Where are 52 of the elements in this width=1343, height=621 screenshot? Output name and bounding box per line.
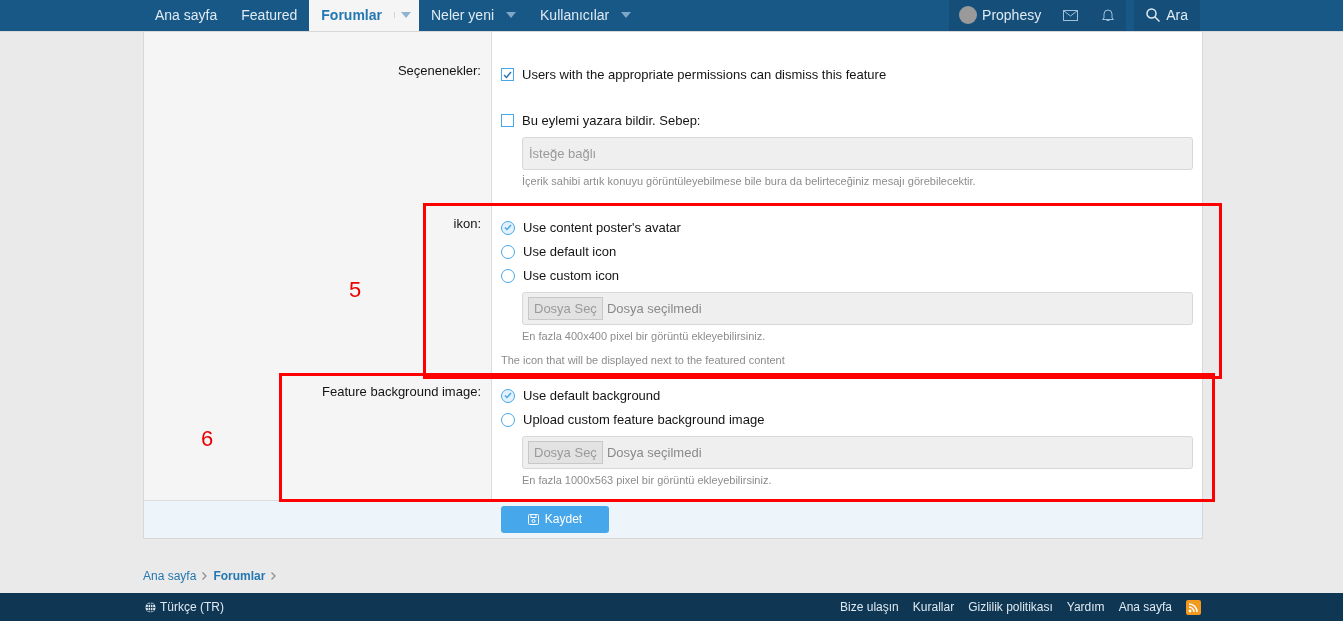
checkbox[interactable] xyxy=(501,114,514,128)
explain-text: The icon that will be displayed next to the featured content xyxy=(501,353,786,366)
globe-icon xyxy=(145,601,156,613)
checkbox-option[interactable]: Users with the appropriate permissions can dismiss this feature xyxy=(501,62,1193,87)
radio-option[interactable]: Use default background xyxy=(501,383,1193,408)
search-button[interactable]: Ara xyxy=(1134,0,1200,31)
footer-link[interactable]: Kurallar xyxy=(912,600,955,615)
radio-button[interactable] xyxy=(501,388,515,403)
hint-text: En fazla 400x400 pixel bir görüntü ekleyebilirsiniz. xyxy=(522,329,767,342)
caret-icon[interactable] xyxy=(621,12,632,19)
check-icon xyxy=(504,224,512,232)
breadcrumb-link[interactable]: Ana sayfa xyxy=(143,569,197,584)
check-icon xyxy=(503,70,512,79)
caret-icon[interactable] xyxy=(394,12,411,19)
rss-icon[interactable] xyxy=(1186,599,1201,615)
radio-option[interactable]: Use content poster's avatar xyxy=(501,215,1193,240)
check-icon xyxy=(504,392,512,400)
checkbox[interactable] xyxy=(501,68,514,82)
nav-tab[interactable]: Neler yeni xyxy=(419,0,529,31)
radio-option[interactable]: Upload custom feature background image xyxy=(501,407,1193,432)
breadcrumb-link[interactable]: Forumlar xyxy=(213,569,266,584)
hint-text: İçerik sahibi artık konuyu görüntüleyebilmese bile bura da belirteceğiniz mesajı görebilecektir. xyxy=(522,174,977,187)
footer-link[interactable]: Ana sayfa xyxy=(1118,600,1172,615)
footer-link[interactable]: Gizlilik politikası xyxy=(968,600,1053,615)
nav-tab[interactable]: Forumlar xyxy=(309,0,419,31)
footer-link[interactable]: Bize ulaşın xyxy=(840,600,899,615)
radio-option[interactable]: Use custom icon xyxy=(501,263,1193,288)
language-selector[interactable]: Türkçe (TR) xyxy=(145,600,224,615)
radio-button[interactable] xyxy=(501,220,515,235)
mail-icon[interactable] xyxy=(1063,9,1079,21)
nav-tab[interactable]: Featured xyxy=(229,0,310,31)
user-menu[interactable]: Prophesy xyxy=(949,0,1052,31)
file-status-text: Dosya seçilmedi xyxy=(606,300,702,316)
chevron-right-icon xyxy=(271,572,277,581)
annotation-number: 6 xyxy=(201,426,214,453)
chevron-right-icon xyxy=(202,572,208,581)
annotation-number: 5 xyxy=(349,276,362,303)
form-label: Seçenenekler: xyxy=(397,62,481,78)
form-label: Feature background image: xyxy=(322,383,481,399)
file-status-text: Dosya seçilmedi xyxy=(606,444,702,460)
radio-option[interactable]: Use default icon xyxy=(501,239,1193,264)
form-label: ikon: xyxy=(453,215,481,231)
nav-tab[interactable]: Kullanıcılar xyxy=(528,0,644,31)
save-icon xyxy=(527,513,539,525)
hint-text: En fazla 1000x563 pixel bir görüntü ekleyebilirsiniz. xyxy=(522,473,773,486)
checkbox-option[interactable]: Bu eylemi yazara bildir. Sebep: xyxy=(501,108,1193,133)
caret-icon[interactable] xyxy=(506,12,517,19)
bell-icon[interactable] xyxy=(1102,8,1115,23)
search-icon xyxy=(1146,8,1161,23)
avatar-icon xyxy=(959,6,978,25)
footer-link[interactable]: Yardım xyxy=(1066,600,1105,615)
nav-tab[interactable]: Ana sayfa xyxy=(143,0,230,31)
